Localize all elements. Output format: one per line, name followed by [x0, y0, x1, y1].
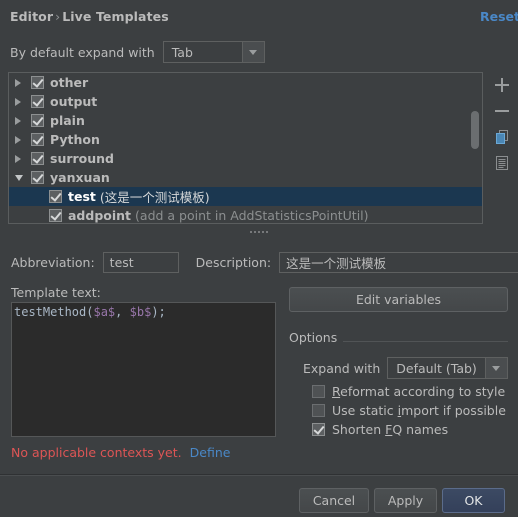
- change-context-button[interactable]: [489, 150, 515, 176]
- group-checkbox[interactable]: [31, 133, 44, 146]
- default-expand-row: By default expand with Tab: [10, 41, 265, 63]
- reset-link[interactable]: Reset: [480, 9, 518, 24]
- tree-node-label: Python: [50, 132, 100, 147]
- tree-node-description: (add a point in AddStatisticsPointUtil): [135, 208, 369, 223]
- context-warning-text: No applicable contexts yet.: [11, 445, 182, 460]
- minus-icon: [494, 104, 509, 118]
- template-text-editor[interactable]: testMethod($a$, $b$);: [11, 302, 276, 437]
- splitter-grip-icon: [250, 231, 268, 233]
- group-checkbox[interactable]: [31, 76, 44, 89]
- reformat-according-to-style-checkbox[interactable]: Reformat according to style: [312, 384, 505, 399]
- breadcrumb: Editor › Live Templates: [10, 9, 169, 24]
- default-expand-value: Tab: [163, 42, 242, 62]
- apply-button[interactable]: Apply: [374, 488, 437, 513]
- add-template-button[interactable]: [489, 72, 515, 98]
- plus-icon: [494, 78, 509, 92]
- checkbox-box: [312, 423, 325, 436]
- template-checkbox[interactable]: [49, 190, 62, 203]
- shorten-fq-names-checkbox[interactable]: Shorten FQ names: [312, 422, 448, 437]
- breadcrumb-leaf: Live Templates: [62, 9, 169, 24]
- group-checkbox[interactable]: [31, 114, 44, 127]
- checkbox-label: Use static import if possible: [332, 403, 506, 418]
- abbreviation-input[interactable]: test: [102, 252, 179, 273]
- template-text-label: Template text:: [11, 285, 101, 300]
- tree-row[interactable]: output: [9, 92, 482, 111]
- tree-row[interactable]: addpoint (add a point in AddStatisticsPo…: [9, 206, 482, 223]
- default-expand-combo[interactable]: Tab: [162, 41, 265, 63]
- ok-button[interactable]: OK: [442, 488, 505, 513]
- tree-row[interactable]: surround: [9, 149, 482, 168]
- group-checkbox[interactable]: [31, 171, 44, 184]
- triangle-right-icon[interactable]: [15, 78, 31, 87]
- group-checkbox[interactable]: [31, 95, 44, 108]
- group-checkbox[interactable]: [31, 152, 44, 165]
- description-label: Description:: [195, 255, 272, 270]
- code-variable-b: $b$: [129, 305, 152, 319]
- use-static-import-checkbox[interactable]: Use static import if possible: [312, 403, 506, 418]
- define-context-link[interactable]: Define: [190, 445, 231, 460]
- checkbox-box: [312, 404, 325, 417]
- tree-node-label: addpoint: [68, 208, 132, 223]
- breadcrumb-separator-icon: ›: [55, 9, 61, 24]
- document-icon: [495, 156, 508, 170]
- chevron-down-icon[interactable]: [241, 42, 264, 62]
- abbreviation-label: Abbreviation:: [11, 255, 95, 270]
- breadcrumb-root[interactable]: Editor: [10, 9, 53, 24]
- duplicate-template-button[interactable]: [489, 124, 515, 150]
- template-checkbox[interactable]: [49, 209, 62, 222]
- options-group-title: Options: [289, 330, 344, 345]
- expand-with-value: Default (Tab): [388, 358, 485, 378]
- panel-splitter[interactable]: [0, 228, 518, 236]
- tree-node-label: other: [50, 75, 89, 90]
- code-suffix: );: [151, 305, 166, 319]
- tree-node-label: plain: [50, 113, 85, 128]
- tree-row[interactable]: Python: [9, 130, 482, 149]
- triangle-right-icon[interactable]: [15, 135, 31, 144]
- code-prefix: testMethod(: [14, 305, 94, 319]
- remove-template-button[interactable]: [489, 98, 515, 124]
- description-input[interactable]: 这是一个测试模板: [279, 252, 518, 273]
- tree-row[interactable]: other: [9, 73, 482, 92]
- checkbox-label: Reformat according to style: [332, 384, 506, 399]
- live-templates-settings-page: Editor › Live Templates Reset By default e…: [0, 0, 518, 517]
- dialog-button-bar: Cancel Apply OK: [0, 476, 518, 517]
- cancel-button[interactable]: Cancel: [299, 488, 369, 513]
- edit-variables-button[interactable]: Edit variables: [289, 287, 508, 312]
- tree-scrollbar[interactable]: [471, 111, 479, 149]
- expand-with-row: Expand with Default (Tab): [303, 357, 508, 379]
- expand-with-label: Expand with: [303, 360, 381, 376]
- checkbox-label: Shorten FQ names: [332, 422, 449, 437]
- triangle-down-icon[interactable]: [15, 174, 31, 181]
- tree-node-label: output: [50, 94, 98, 109]
- expand-with-combo[interactable]: Default (Tab): [387, 357, 508, 379]
- tree-toolbar: [487, 72, 516, 182]
- default-expand-label: By default expand with: [10, 44, 155, 60]
- triangle-right-icon[interactable]: [15, 154, 31, 163]
- code-separator: ,: [115, 305, 130, 319]
- tree-node-label: yanxuan: [50, 170, 110, 185]
- tree-node-label: test: [68, 189, 96, 204]
- tree-row[interactable]: test (这是一个测试模板): [9, 187, 482, 206]
- tree-row[interactable]: plain: [9, 111, 482, 130]
- triangle-right-icon[interactable]: [15, 116, 31, 125]
- context-warning-row: No applicable contexts yet. Define: [11, 445, 230, 460]
- chevron-down-icon[interactable]: [484, 358, 507, 378]
- abbreviation-description-row: Abbreviation: test Description: 这是一个测试模板: [11, 252, 518, 273]
- tree-node-description: (这是一个测试模板): [99, 190, 210, 205]
- triangle-right-icon[interactable]: [15, 97, 31, 106]
- code-variable-a: $a$: [93, 305, 116, 319]
- checkbox-box: [312, 385, 325, 398]
- tree-row[interactable]: yanxuan: [9, 168, 482, 187]
- copy-icon: [495, 130, 508, 144]
- tree-node-label: surround: [50, 151, 115, 166]
- templates-tree[interactable]: other output plain Python surround yanxu…: [8, 72, 483, 224]
